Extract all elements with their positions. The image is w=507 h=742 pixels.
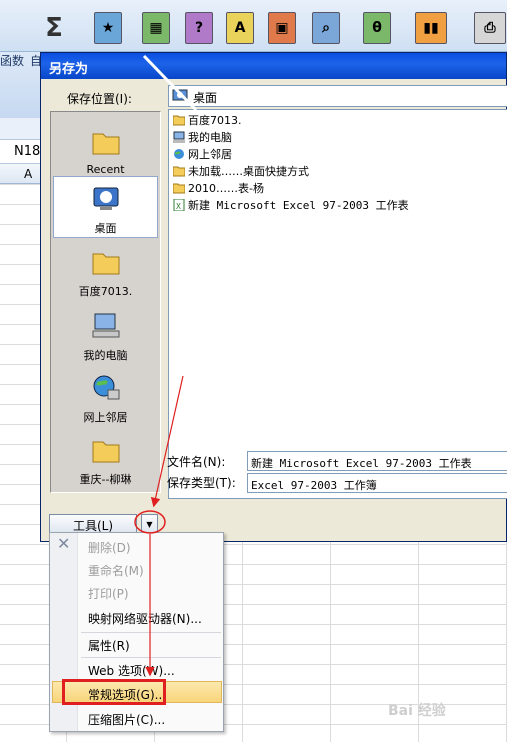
excel-file-icon: X bbox=[173, 199, 185, 211]
place-baidu[interactable]: 百度7013. bbox=[53, 240, 158, 302]
printer-icon[interactable]: ⎙ bbox=[474, 12, 506, 44]
menu-item-properties[interactable]: 属性(R) bbox=[88, 634, 220, 656]
computer-icon bbox=[92, 313, 119, 338]
place-label: 我的电脑 bbox=[83, 349, 128, 362]
place-label: 网上邻居 bbox=[83, 411, 128, 424]
file-name: 网上邻居 bbox=[188, 148, 232, 161]
menu-item-print[interactable]: 打印(P) bbox=[88, 582, 220, 604]
column-header-a[interactable]: A bbox=[0, 164, 42, 184]
save-location-label: 保存位置(I): bbox=[67, 92, 132, 106]
folder-icon bbox=[92, 253, 119, 275]
chevron-down-icon: ▼ bbox=[146, 520, 153, 529]
list-item[interactable]: X 新建 Microsoft Excel 97-2003 工作表 bbox=[173, 197, 409, 213]
folder-icon bbox=[92, 441, 119, 463]
list-item[interactable]: 2010……表-杨 bbox=[173, 180, 264, 196]
file-list[interactable]: 百度7013. 我的电脑 网上邻居 未加载……桌面快捷方式 2010……表-杨 … bbox=[168, 109, 507, 499]
book-theta-icon[interactable]: θ bbox=[363, 12, 391, 44]
filename-input[interactable]: 新建 Microsoft Excel 97-2003 工作表 bbox=[247, 451, 507, 471]
place-label: Recent bbox=[86, 163, 125, 176]
folder-icon bbox=[92, 133, 119, 155]
filename-label: 文件名(N): bbox=[167, 455, 226, 469]
save-as-dialog: 另存为 保存位置(I): 桌面 Recent 桌面 百度7013. 我的电脑 网… bbox=[40, 52, 507, 542]
menu-item-delete[interactable]: 删除(D) bbox=[88, 536, 220, 558]
place-network[interactable]: 网上邻居 bbox=[53, 366, 158, 428]
delete-x-icon: ✕ bbox=[57, 534, 71, 553]
book-question-icon[interactable]: ? bbox=[185, 12, 213, 44]
filetype-label: 保存类型(T): bbox=[167, 476, 236, 490]
file-name: 百度7013. bbox=[188, 114, 242, 127]
menu-separator bbox=[81, 657, 221, 658]
desktop-icon bbox=[93, 187, 118, 210]
annotation-highlight-box bbox=[62, 679, 166, 705]
book-search-icon[interactable]: ⌕ bbox=[312, 12, 340, 44]
ribbon-label-function: 函数 bbox=[0, 54, 25, 68]
quick-access-strip bbox=[0, 118, 42, 140]
network-icon bbox=[93, 375, 119, 400]
place-chongqing[interactable]: 重庆--柳琳 bbox=[53, 428, 158, 490]
filetype-select[interactable]: Excel 97-2003 工作簿 bbox=[247, 473, 507, 493]
list-item[interactable]: 百度7013. bbox=[173, 112, 242, 128]
excel-ribbon-lower: 函数 自 bbox=[0, 52, 42, 118]
sigma-button[interactable]: Σ bbox=[40, 12, 68, 44]
save-location-dropdown[interactable]: 桌面 bbox=[168, 85, 507, 107]
place-my-computer[interactable]: 我的电脑 bbox=[53, 304, 158, 366]
book-image-icon[interactable]: ▣ bbox=[268, 12, 296, 44]
book-chart-icon[interactable]: ▦ bbox=[142, 12, 170, 44]
menu-item-rename[interactable]: 重命名(M) bbox=[88, 559, 220, 581]
dialog-title: 另存为 bbox=[41, 53, 506, 79]
file-name: 我的电脑 bbox=[188, 131, 232, 144]
tools-button[interactable]: 工具(L) bbox=[49, 514, 137, 534]
list-item[interactable]: 未加载……桌面快捷方式 bbox=[173, 163, 309, 179]
network-icon bbox=[174, 149, 184, 159]
menu-item-map-network-drive[interactable]: 映射网络驱动器(N)... bbox=[88, 607, 220, 629]
menu-item-web-options[interactable]: Web 选项(W)... bbox=[88, 659, 220, 681]
name-box[interactable]: N18 bbox=[0, 140, 42, 164]
file-name: 2010……表-杨 bbox=[188, 182, 264, 195]
folder-icon bbox=[173, 115, 185, 126]
place-label: 百度7013. bbox=[78, 285, 133, 298]
place-label: 桌面 bbox=[94, 222, 117, 235]
watermark: Bai 经验 bbox=[388, 703, 446, 719]
tools-dropdown-arrow[interactable]: ▼ bbox=[141, 514, 158, 534]
excel-ribbon: Σ ★ ▦ ? A ▣ ⌕ θ ▮▮ ⎙ bbox=[0, 0, 507, 52]
place-label: 重庆--柳琳 bbox=[79, 473, 132, 486]
file-name: 未加载……桌面快捷方式 bbox=[188, 165, 309, 178]
menu-item-compress-pictures[interactable]: 压缩图片(C)... bbox=[88, 708, 220, 730]
computer-icon bbox=[173, 131, 185, 143]
list-item[interactable]: 我的电脑 bbox=[173, 129, 232, 145]
book-star-icon[interactable]: ★ bbox=[94, 12, 122, 44]
svg-text:X: X bbox=[176, 202, 181, 211]
books-icon[interactable]: ▮▮ bbox=[415, 12, 447, 44]
folder-icon bbox=[173, 166, 185, 177]
file-name: 新建 Microsoft Excel 97-2003 工作表 bbox=[188, 199, 409, 212]
folder-icon bbox=[173, 183, 185, 194]
places-bar: Recent 桌面 百度7013. 我的电脑 网上邻居 重庆--柳琳 bbox=[50, 111, 161, 493]
desktop-icon bbox=[172, 89, 188, 101]
place-recent[interactable]: Recent bbox=[53, 120, 158, 182]
book-a-icon[interactable]: A bbox=[226, 12, 254, 44]
list-item[interactable]: 网上邻居 bbox=[173, 146, 232, 162]
place-desktop[interactable]: 桌面 bbox=[53, 176, 158, 238]
menu-separator bbox=[81, 632, 221, 633]
